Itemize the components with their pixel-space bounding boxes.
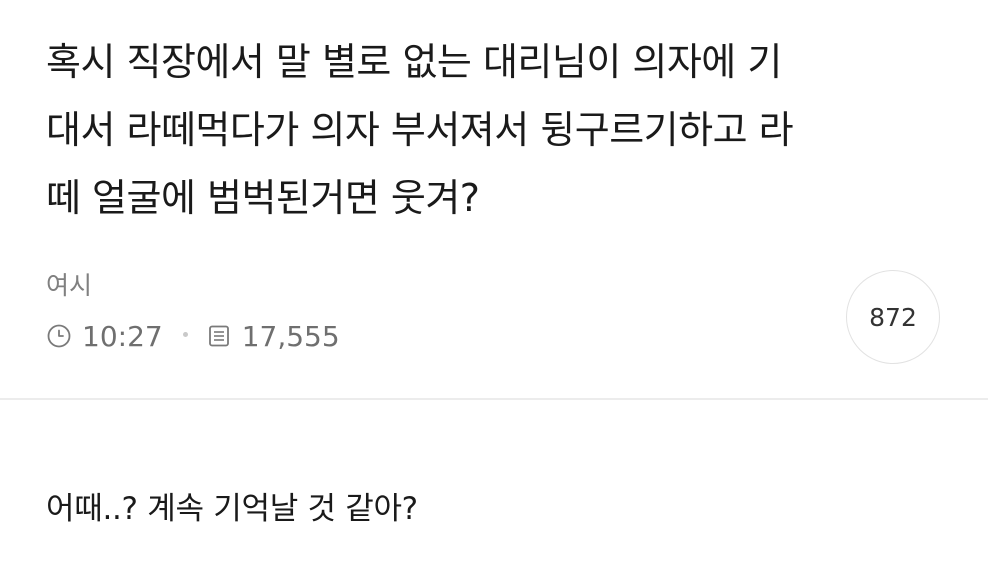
divider bbox=[0, 398, 988, 400]
author-name[interactable]: 여시 bbox=[46, 266, 92, 302]
comment-count-button[interactable]: 872 bbox=[846, 270, 940, 364]
meta-separator bbox=[182, 331, 188, 337]
post-header: 혹시 직장에서 말 별로 없는 대리님이 의자에 기 대서 라떼먹다가 의자 부… bbox=[0, 0, 988, 398]
post-title: 혹시 직장에서 말 별로 없는 대리님이 의자에 기 대서 라떼먹다가 의자 부… bbox=[46, 40, 794, 220]
post-body: 어때..? 계속 기억날 것 같아? bbox=[46, 491, 418, 527]
document-list-icon bbox=[206, 323, 232, 349]
clock-icon bbox=[46, 323, 72, 349]
view-count: 17,555 bbox=[241, 319, 340, 353]
post-time: 10:27 bbox=[82, 319, 163, 353]
post-meta: 10:27 17,555 bbox=[46, 316, 340, 356]
